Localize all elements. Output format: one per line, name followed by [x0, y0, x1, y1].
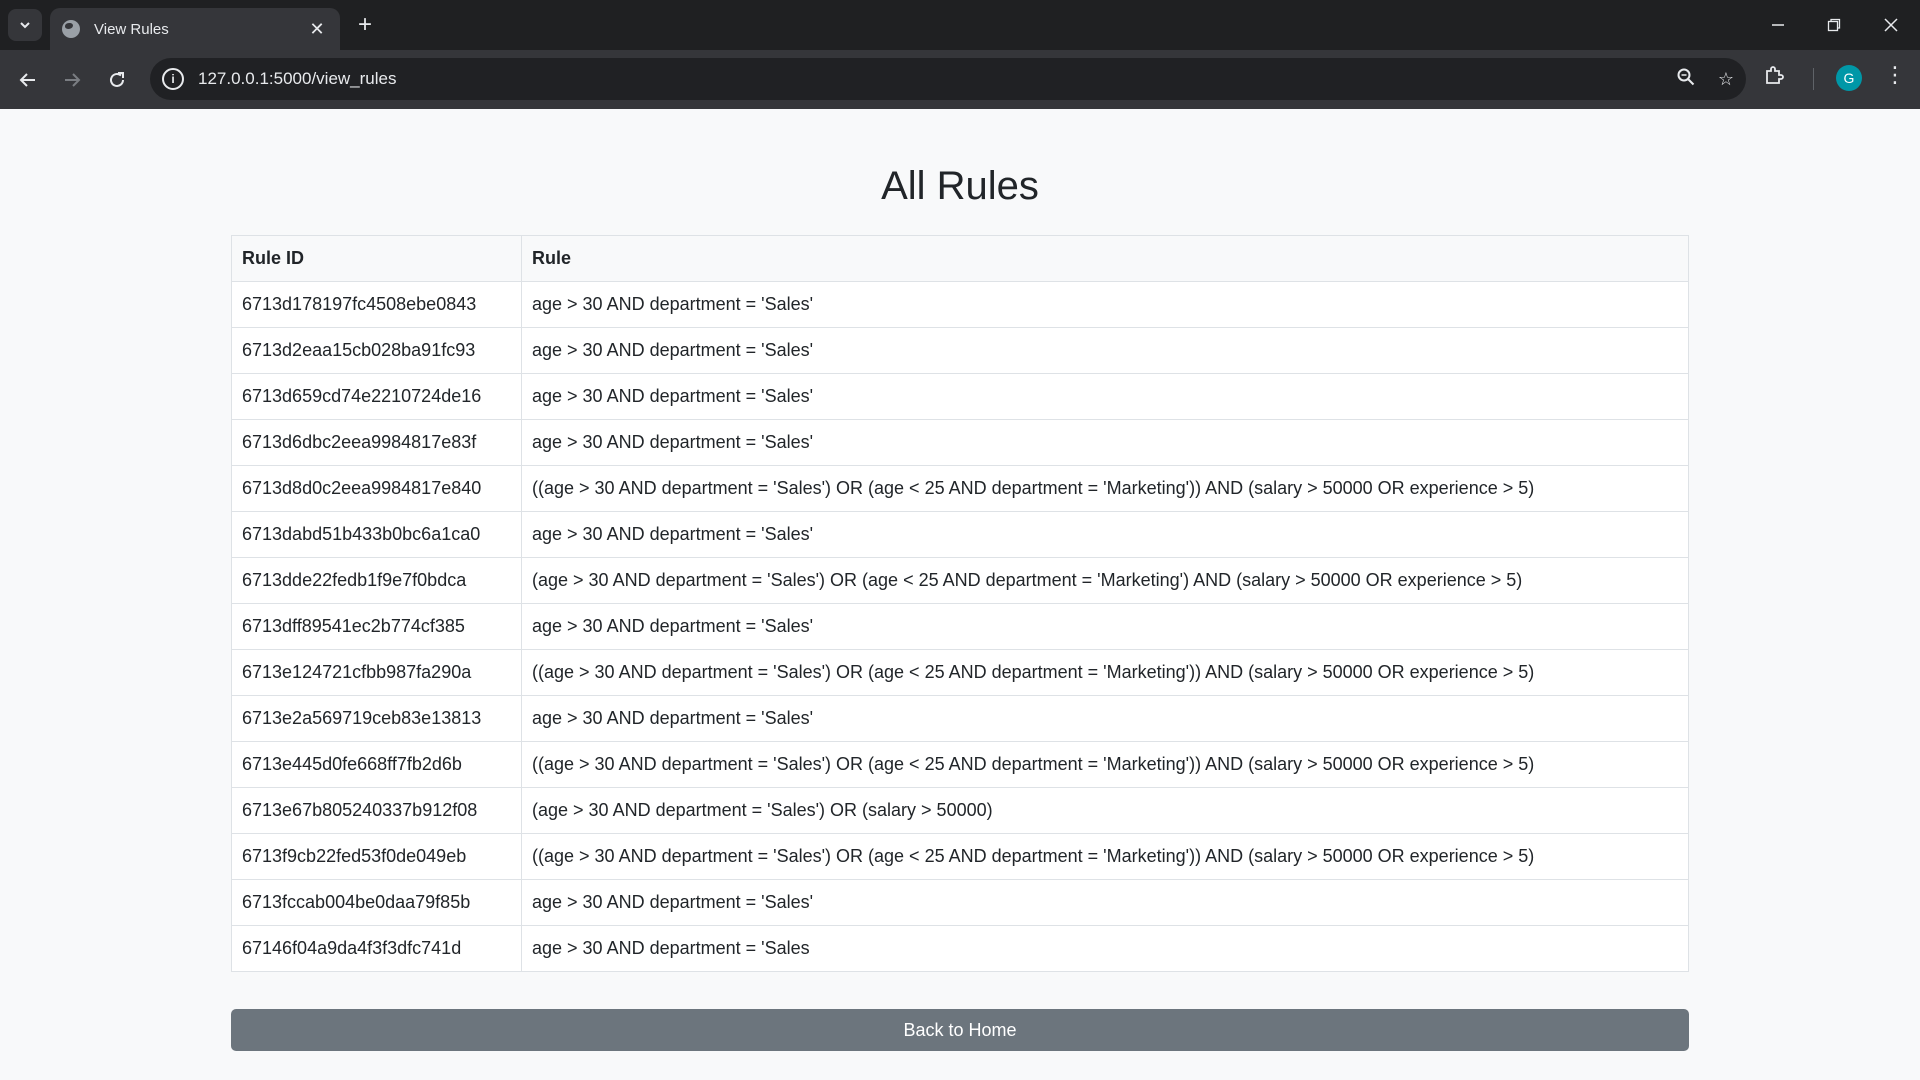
minimize-icon[interactable]	[1758, 10, 1798, 40]
rule-cell: (age > 30 AND department = 'Sales') OR (…	[521, 557, 1689, 604]
table-row: 6713dabd51b433b0bc6a1ca0 age > 30 AND dep…	[231, 511, 1689, 558]
table-row: 6713e67b805240337b912f08 (age > 30 AND de…	[231, 787, 1689, 834]
rule-cell: ((age > 30 AND department = 'Sales') OR …	[521, 741, 1689, 788]
table-row: 6713d659cd74e2210724de16 age > 30 AND dep…	[231, 373, 1689, 420]
table-row: 6713d2eaa15cb028ba91fc93 age > 30 AND dep…	[231, 327, 1689, 374]
rule-id-cell: 6713dff89541ec2b774cf385	[231, 603, 522, 650]
rule-id-cell: 6713fccab004be0daa79f85b	[231, 879, 522, 926]
rule-cell: age > 30 AND department = 'Sales'	[521, 327, 1689, 374]
zoom-icon[interactable]	[1666, 68, 1706, 91]
rule-id-cell: 6713d6dbc2eea9984817e83f	[231, 419, 522, 466]
site-info-icon[interactable]: i	[162, 68, 184, 90]
rules-table: Rule ID Rule 6713d178197fc4508ebe0843 age…	[231, 235, 1689, 972]
rule-cell: age > 30 AND department = 'Sales'	[521, 695, 1689, 742]
column-header-rule-id: Rule ID	[231, 235, 522, 282]
profile-avatar[interactable]: G	[1836, 65, 1862, 91]
page-content: All Rules Rule ID Rule 6713d178197fc4508…	[0, 109, 1920, 1080]
forward-arrow-icon[interactable]	[56, 64, 88, 96]
table-row: 6713dde22fedb1f9e7f0bdca (age > 30 AND de…	[231, 557, 1689, 604]
rule-cell: age > 30 AND department = 'Sales'	[521, 281, 1689, 328]
table-row: 6713e124721cfbb987fa290a ((age > 30 AND d…	[231, 649, 1689, 696]
rule-id-cell: 6713d8d0c2eea9984817e840	[231, 465, 522, 512]
rule-id-cell: 6713e445d0fe668ff7fb2d6b	[231, 741, 522, 788]
toolbar-separator	[1813, 68, 1814, 90]
back-to-home-button[interactable]: Back to Home	[231, 1009, 1689, 1051]
rule-cell: ((age > 30 AND department = 'Sales') OR …	[521, 649, 1689, 696]
address-bar[interactable]: i 127.0.0.1:5000/view_rules ☆	[150, 58, 1746, 100]
rule-id-cell: 6713d178197fc4508ebe0843	[231, 281, 522, 328]
browser-tab-active[interactable]: View Rules ✕	[50, 8, 340, 50]
rule-cell: age > 30 AND department = 'Sales'	[521, 373, 1689, 420]
table-row: 6713e445d0fe668ff7fb2d6b ((age > 30 AND d…	[231, 741, 1689, 788]
table-row: 67146f04a9da4f3f3dfc741d age > 30 AND dep…	[231, 925, 1689, 972]
extensions-puzzle-icon[interactable]	[1763, 64, 1785, 91]
rule-cell: age > 30 AND department = 'Sales'	[521, 603, 1689, 650]
rule-id-cell: 6713f9cb22fed53f0de049eb	[231, 833, 522, 880]
rule-id-cell: 6713e124721cfbb987fa290a	[231, 649, 522, 696]
rule-cell: (age > 30 AND department = 'Sales') OR (…	[521, 787, 1689, 834]
table-row: 6713d8d0c2eea9984817e840 ((age > 30 AND d…	[231, 465, 1689, 512]
tab-title: View Rules	[94, 20, 169, 38]
table-row: 6713dff89541ec2b774cf385 age > 30 AND dep…	[231, 603, 1689, 650]
rule-cell: age > 30 AND department = 'Sales	[521, 925, 1689, 972]
window-close-icon[interactable]	[1871, 10, 1911, 40]
more-menu-icon[interactable]: ⋮	[1884, 62, 1906, 88]
rule-id-cell: 6713e67b805240337b912f08	[231, 787, 522, 834]
rule-cell: age > 30 AND department = 'Sales'	[521, 879, 1689, 926]
table-row: 6713d6dbc2eea9984817e83f age > 30 AND dep…	[231, 419, 1689, 466]
globe-icon	[62, 20, 80, 38]
rule-id-cell: 6713dde22fedb1f9e7f0bdca	[231, 557, 522, 604]
tab-search-chevron-icon[interactable]	[8, 9, 42, 41]
back-arrow-icon[interactable]	[12, 64, 44, 96]
rules-table-body: 6713d178197fc4508ebe0843 age > 30 AND dep…	[231, 281, 1689, 972]
restore-icon[interactable]	[1814, 10, 1854, 40]
rule-cell: ((age > 30 AND department = 'Sales') OR …	[521, 465, 1689, 512]
page-title: All Rules	[881, 164, 1039, 208]
table-row: 6713e2a569719ceb83e13813 age > 30 AND dep…	[231, 695, 1689, 742]
tab-close-icon[interactable]: ✕	[306, 19, 328, 40]
column-header-rule: Rule	[521, 235, 1689, 282]
rule-cell: age > 30 AND department = 'Sales'	[521, 419, 1689, 466]
rule-id-cell: 6713d2eaa15cb028ba91fc93	[231, 327, 522, 374]
browser-tab-strip: View Rules ✕ +	[0, 0, 1920, 50]
bookmark-star-icon[interactable]: ☆	[1706, 69, 1746, 90]
url-text[interactable]: 127.0.0.1:5000/view_rules	[198, 69, 1666, 89]
table-row: 6713d178197fc4508ebe0843 age > 30 AND dep…	[231, 281, 1689, 328]
rule-cell: age > 30 AND department = 'Sales'	[521, 511, 1689, 558]
rule-id-cell: 6713dabd51b433b0bc6a1ca0	[231, 511, 522, 558]
rule-id-cell: 6713e2a569719ceb83e13813	[231, 695, 522, 742]
table-row: 6713fccab004be0daa79f85b age > 30 AND dep…	[231, 879, 1689, 926]
browser-toolbar: i 127.0.0.1:5000/view_rules ☆	[0, 50, 1920, 109]
table-header-row: Rule ID Rule	[231, 235, 1689, 282]
rule-cell: ((age > 30 AND department = 'Sales') OR …	[521, 833, 1689, 880]
reload-icon[interactable]	[101, 64, 133, 96]
new-tab-plus-icon[interactable]: +	[352, 12, 378, 38]
table-row: 6713f9cb22fed53f0de049eb ((age > 30 AND d…	[231, 833, 1689, 880]
rule-id-cell: 67146f04a9da4f3f3dfc741d	[231, 925, 522, 972]
rule-id-cell: 6713d659cd74e2210724de16	[231, 373, 522, 420]
